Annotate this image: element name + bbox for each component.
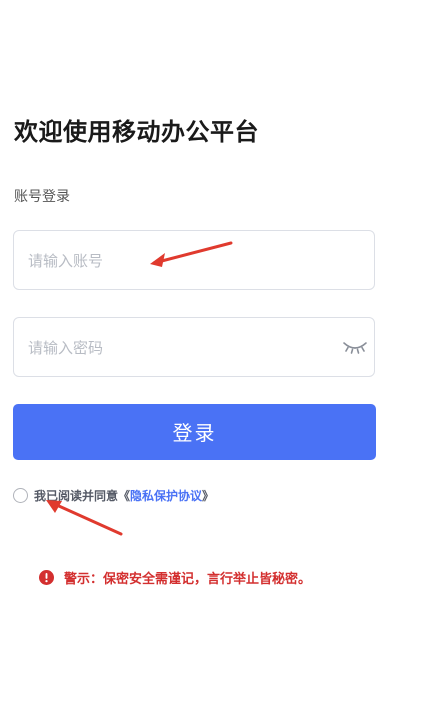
agreement-row: 我已阅读并同意 《 隐私保护协议 》 [13,486,214,504]
password-field[interactable] [13,317,375,378]
account-input[interactable] [26,231,330,291]
annotation-arrow-agreement [46,500,123,536]
privacy-agreement-link[interactable]: 隐私保护协议 [130,487,202,504]
eye-closed-icon[interactable] [342,339,368,355]
login-page: 欢迎使用移动办公平台 账号登录 登录 我已阅读并同意 《 隐私保护协议 》 警示… [0,0,422,719]
page-title: 欢迎使用移动办公平台 [14,118,259,146]
login-method-label: 账号登录 [14,189,70,205]
login-button[interactable]: 登录 [13,404,376,460]
agreement-quote-open: 《 [118,488,131,503]
security-warning: 警示：保密安全需谨记，言行举止皆秘密。 [39,568,311,587]
agreement-radio[interactable] [13,487,28,503]
exclamation-circle-icon [39,570,54,585]
password-input[interactable] [26,318,330,378]
warning-text: 警示：保密安全需谨记，言行举止皆秘密。 [64,572,312,587]
agreement-quote-close: 》 [202,488,215,503]
account-field[interactable] [13,230,375,291]
agreement-text: 我已阅读并同意 [34,488,119,503]
